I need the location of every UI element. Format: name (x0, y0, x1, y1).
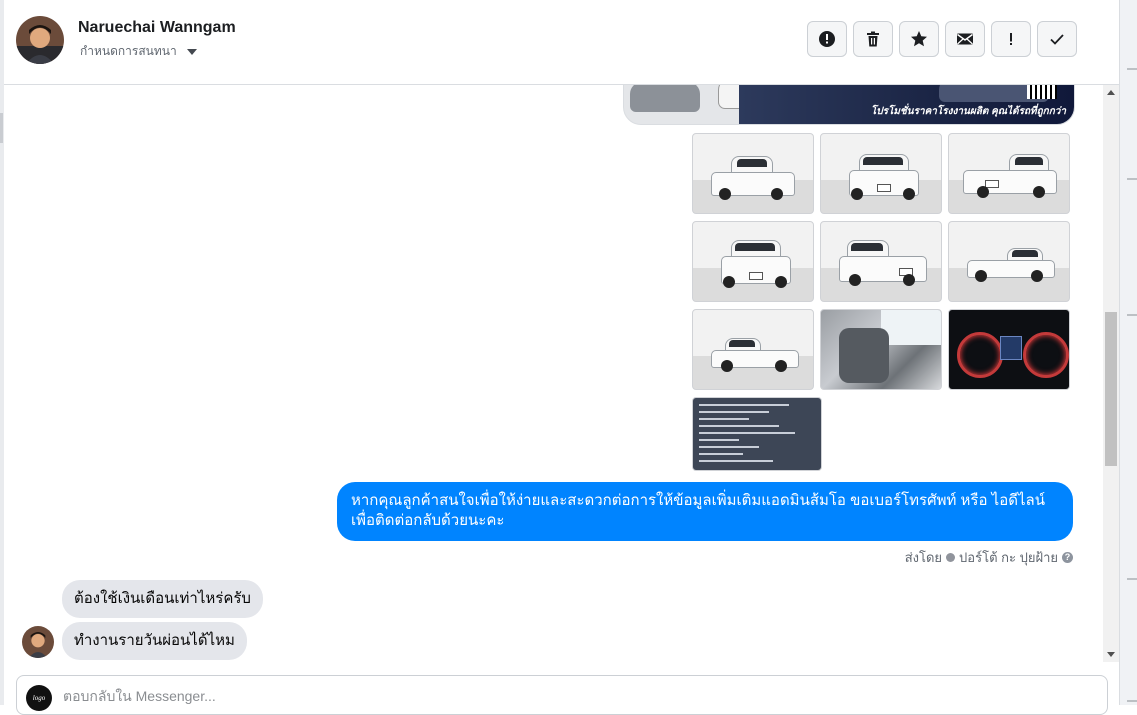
gallery-photo[interactable] (948, 133, 1070, 214)
reply-input[interactable] (63, 688, 963, 704)
gallery-photo[interactable] (948, 221, 1070, 302)
page-logo-icon: logo (26, 685, 52, 711)
gallery-photo[interactable] (692, 221, 814, 302)
car-seat (839, 328, 889, 383)
gallery-photo[interactable] (948, 309, 1070, 390)
right-panel-marker (1127, 68, 1137, 70)
gallery-photo[interactable] (820, 309, 942, 390)
gallery-photo[interactable] (820, 133, 942, 214)
star-icon (911, 31, 927, 47)
message-text: เพื่อติดต่อกลับด้วยนะคะ (351, 512, 505, 529)
tachometer-gauge (1023, 332, 1069, 378)
mark-unread-button[interactable] (945, 21, 985, 57)
qr-code-icon (1027, 85, 1057, 99)
car-window (881, 310, 941, 345)
envelope-icon (957, 33, 973, 45)
contact-name[interactable]: Naruechai Wanngam (78, 19, 236, 37)
contact-avatar[interactable] (16, 16, 64, 64)
page-icon (946, 553, 956, 562)
alert-button[interactable] (807, 21, 847, 57)
message-thread[interactable]: โปรโมชั่นราคาโรงงานผลิต คุณได้รถที่ถูกกว… (4, 85, 1103, 662)
gallery-photo[interactable] (820, 221, 942, 302)
banner-caption: โปรโมชั่นราคาโรงงานผลิต คุณได้รถที่ถูกกว… (870, 106, 1066, 117)
important-button[interactable] (991, 21, 1031, 57)
header-actions (807, 21, 1077, 57)
alert-circle-icon (819, 31, 835, 47)
message-text: หากคุณลูกค้าสนใจเพื่อให้ง่ายและสะดวกต่อก… (351, 492, 1045, 509)
right-side-panel (1119, 0, 1137, 705)
scroll-up-arrow-icon[interactable] (1107, 90, 1115, 95)
promo-banner-background: โปรโมชั่นราคาโรงงานผลิต คุณได้รถที่ถูกกว… (739, 85, 1074, 124)
star-button[interactable] (899, 21, 939, 57)
caret-down-icon (186, 48, 197, 55)
right-panel-marker (1127, 314, 1137, 316)
speedometer-gauge (957, 332, 1003, 378)
assign-label: กำหนดการสนทนา (80, 44, 177, 58)
outgoing-message-bubble[interactable]: หากคุณลูกค้าสนใจเพื่อให้ง่ายและสะดวกต่อก… (337, 482, 1073, 541)
conversation-header: Naruechai Wanngam กำหนดการสนทนา (4, 0, 1119, 85)
left-panel-marker (0, 113, 3, 143)
thread-scrollbar[interactable] (1103, 85, 1119, 662)
gallery-photo[interactable] (692, 309, 814, 390)
delete-button[interactable] (853, 21, 893, 57)
car-photo (630, 85, 700, 112)
incoming-message-bubble[interactable]: ต้องใช้เงินเดือนเท่าไหร่ครับ (62, 580, 263, 618)
dashboard-display (1000, 336, 1022, 360)
sent-by-name[interactable]: ปอร์โต้ กะ ปุยฝ้าย (959, 547, 1058, 568)
trash-icon (867, 31, 879, 47)
help-icon[interactable]: ? (1062, 552, 1073, 563)
sent-by-prefix: ส่งโดย (904, 550, 943, 565)
incoming-message-bubble[interactable]: ทำงานรายวันผ่อนได้ไหม (62, 622, 247, 660)
scroll-down-arrow-icon[interactable] (1107, 652, 1115, 657)
done-button[interactable] (1037, 21, 1077, 57)
right-panel-marker (1127, 578, 1137, 580)
reply-composer[interactable]: logo (16, 675, 1108, 715)
assign-conversation-dropdown[interactable]: กำหนดการสนทนา (80, 42, 197, 61)
sent-by-info: ส่งโดย ปอร์โต้ กะ ปุยฝ้าย ? (905, 547, 1073, 568)
right-panel-marker (1127, 700, 1137, 702)
contact-avatar-small (22, 626, 54, 658)
gallery-photo[interactable] (692, 133, 814, 214)
scrollbar-thumb[interactable] (1105, 312, 1117, 466)
promo-image-message[interactable]: โปรโมชั่นราคาโรงงานผลิต คุณได้รถที่ถูกกว… (623, 85, 1075, 125)
exclamation-icon (1010, 33, 1012, 45)
checkmark-icon (1050, 34, 1064, 45)
gallery-photo[interactable] (692, 397, 822, 471)
right-panel-marker (1127, 178, 1137, 180)
